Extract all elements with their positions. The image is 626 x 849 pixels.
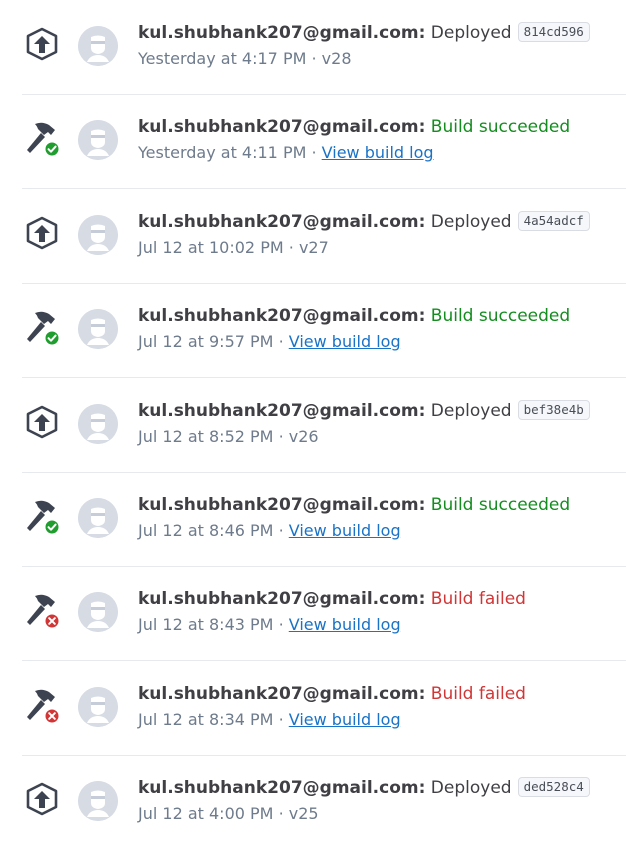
avatar: [78, 26, 118, 66]
deploy-icon: [22, 24, 62, 64]
activity-entry: kul.shubhank207@gmail.com: Deployed bef38…: [22, 378, 626, 473]
entry-summary: kul.shubhank207@gmail.com: Build succeed…: [138, 305, 570, 327]
avatar: [78, 592, 118, 632]
release-version: v28: [321, 49, 352, 68]
view-build-log-link[interactable]: View build log: [322, 143, 434, 162]
entry-meta: Jul 12 at 8:34 PM · View build log: [138, 709, 401, 731]
separator-dot: ·: [278, 427, 284, 446]
user-email: kul.shubhank207@gmail.com:: [138, 117, 426, 137]
entry-meta: Yesterday at 4:17 PM · v28: [138, 48, 352, 70]
commit-hash: ded528c4: [517, 777, 590, 797]
timestamp: Yesterday at 4:17 PM: [138, 49, 307, 68]
separator-dot: ·: [278, 521, 284, 540]
timestamp: Jul 12 at 8:43 PM: [138, 615, 274, 634]
hammer-success-icon: [22, 118, 62, 158]
entry-summary: kul.shubhank207@gmail.com: Build failed: [138, 683, 526, 705]
status-text: Deployed: [430, 401, 512, 421]
entry-meta: Jul 12 at 8:43 PM · View build log: [138, 614, 401, 636]
deploy-icon: [22, 779, 62, 819]
activity-entry: kul.shubhank207@gmail.com: Build failed J…: [22, 661, 626, 756]
status-text: Build succeeded: [430, 117, 571, 137]
avatar: [78, 498, 118, 538]
timestamp: Yesterday at 4:11 PM: [138, 143, 307, 162]
user-email: kul.shubhank207@gmail.com:: [138, 212, 426, 232]
release-version: v27: [298, 238, 329, 257]
separator-dot: ·: [278, 710, 284, 729]
timestamp: Jul 12 at 4:00 PM: [138, 804, 274, 823]
activity-entry: kul.shubhank207@gmail.com: Build succeed…: [22, 283, 626, 378]
avatar: [78, 687, 118, 727]
separator-dot: ·: [311, 143, 317, 162]
user-email: kul.shubhank207@gmail.com:: [138, 778, 426, 798]
timestamp: Jul 12 at 9:57 PM: [138, 332, 274, 351]
entry-summary: kul.shubhank207@gmail.com: Deployed 4a54a…: [138, 211, 590, 233]
deploy-icon: [22, 402, 62, 442]
user-email: kul.shubhank207@gmail.com:: [138, 401, 426, 421]
release-version: v25: [288, 804, 319, 823]
activity-entry: kul.shubhank207@gmail.com: Deployed 814cd…: [22, 0, 626, 95]
entry-meta: Jul 12 at 8:46 PM · View build log: [138, 520, 401, 542]
entry-summary: kul.shubhank207@gmail.com: Deployed 814cd…: [138, 22, 590, 44]
entry-meta: Jul 12 at 10:02 PM · v27: [138, 237, 329, 259]
user-email: kul.shubhank207@gmail.com:: [138, 306, 426, 326]
entry-meta: Yesterday at 4:11 PM · View build log: [138, 142, 434, 164]
separator-dot: ·: [288, 238, 294, 257]
avatar: [78, 309, 118, 349]
timestamp: Jul 12 at 8:46 PM: [138, 521, 274, 540]
status-text: Build succeeded: [430, 495, 571, 515]
commit-hash: 4a54adcf: [517, 211, 590, 231]
status-text: Deployed: [430, 778, 512, 798]
entry-summary: kul.shubhank207@gmail.com: Build failed: [138, 588, 526, 610]
hammer-success-icon: [22, 307, 62, 347]
status-text: Build failed: [430, 684, 526, 704]
user-email: kul.shubhank207@gmail.com:: [138, 589, 426, 609]
deploy-icon: [22, 213, 62, 253]
timestamp: Jul 12 at 8:52 PM: [138, 427, 274, 446]
view-build-log-link[interactable]: View build log: [289, 710, 401, 729]
user-email: kul.shubhank207@gmail.com:: [138, 495, 426, 515]
timestamp: Jul 12 at 8:34 PM: [138, 710, 274, 729]
hammer-failed-icon: [22, 590, 62, 630]
view-build-log-link[interactable]: View build log: [289, 521, 401, 540]
commit-hash: 814cd596: [517, 22, 590, 42]
timestamp: Jul 12 at 10:02 PM: [138, 238, 284, 257]
activity-entry: kul.shubhank207@gmail.com: Build succeed…: [22, 94, 626, 189]
user-email: kul.shubhank207@gmail.com:: [138, 23, 426, 43]
entry-summary: kul.shubhank207@gmail.com: Build succeed…: [138, 494, 570, 516]
activity-entry: kul.shubhank207@gmail.com: Deployed 4a54a…: [22, 189, 626, 284]
status-text: Deployed: [430, 23, 512, 43]
activity-entry: kul.shubhank207@gmail.com: Build failed J…: [22, 566, 626, 661]
status-text: Build failed: [430, 589, 526, 609]
entry-meta: Jul 12 at 9:57 PM · View build log: [138, 331, 401, 353]
avatar: [78, 404, 118, 444]
entry-meta: Jul 12 at 8:52 PM · v26: [138, 426, 319, 448]
hammer-success-icon: [22, 496, 62, 536]
separator-dot: ·: [278, 804, 284, 823]
separator-dot: ·: [278, 615, 284, 634]
entry-meta: Jul 12 at 4:00 PM · v25: [138, 803, 319, 825]
avatar: [78, 120, 118, 160]
entry-summary: kul.shubhank207@gmail.com: Build succeed…: [138, 116, 570, 138]
separator-dot: ·: [311, 49, 317, 68]
user-email: kul.shubhank207@gmail.com:: [138, 684, 426, 704]
avatar: [78, 781, 118, 821]
entry-summary: kul.shubhank207@gmail.com: Deployed ded52…: [138, 777, 590, 799]
separator-dot: ·: [278, 332, 284, 351]
commit-hash: bef38e4b: [517, 400, 590, 420]
activity-entry: kul.shubhank207@gmail.com: Deployed ded52…: [22, 755, 626, 849]
hammer-failed-icon: [22, 685, 62, 725]
entry-summary: kul.shubhank207@gmail.com: Deployed bef38…: [138, 400, 590, 422]
release-version: v26: [288, 427, 319, 446]
status-text: Deployed: [430, 212, 512, 232]
status-text: Build succeeded: [430, 306, 571, 326]
activity-entry: kul.shubhank207@gmail.com: Build succeed…: [22, 472, 626, 567]
avatar: [78, 215, 118, 255]
view-build-log-link[interactable]: View build log: [289, 615, 401, 634]
view-build-log-link[interactable]: View build log: [289, 332, 401, 351]
